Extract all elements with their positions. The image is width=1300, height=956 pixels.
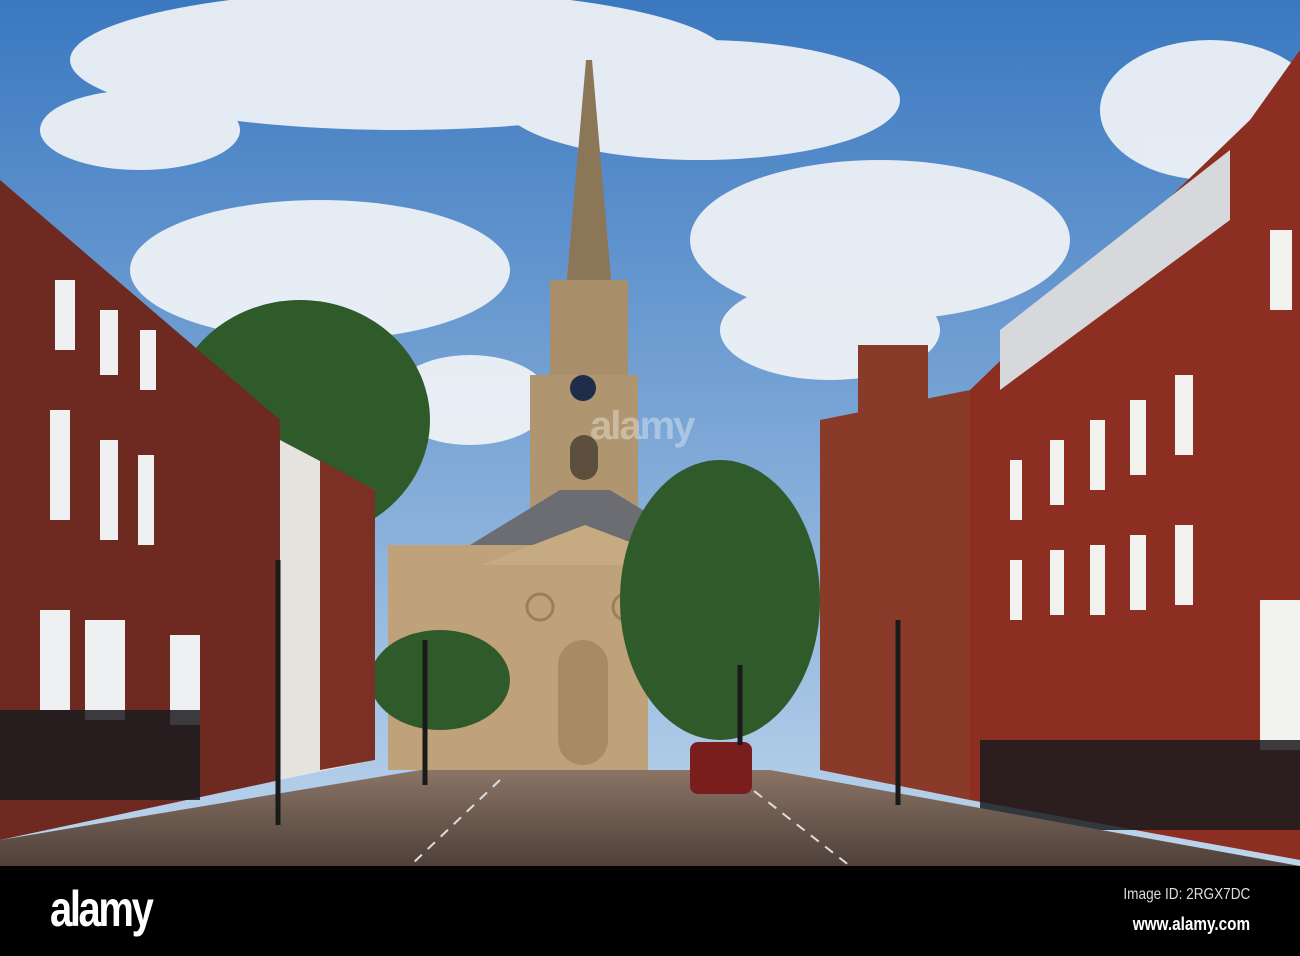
watermark: alamy <box>590 404 695 448</box>
parked-car <box>690 742 752 794</box>
stock-photo: alamy alamy Image ID: 2RGX7DC www.alamy.… <box>0 0 1300 956</box>
site-url: www.alamy.com <box>1132 914 1250 934</box>
alamy-logo: alamy <box>50 881 154 937</box>
stock-banner: alamy Image ID: 2RGX7DC www.alamy.com <box>0 866 1300 956</box>
clock-icon <box>570 375 596 401</box>
image-id: Image ID: 2RGX7DC <box>1123 886 1250 903</box>
